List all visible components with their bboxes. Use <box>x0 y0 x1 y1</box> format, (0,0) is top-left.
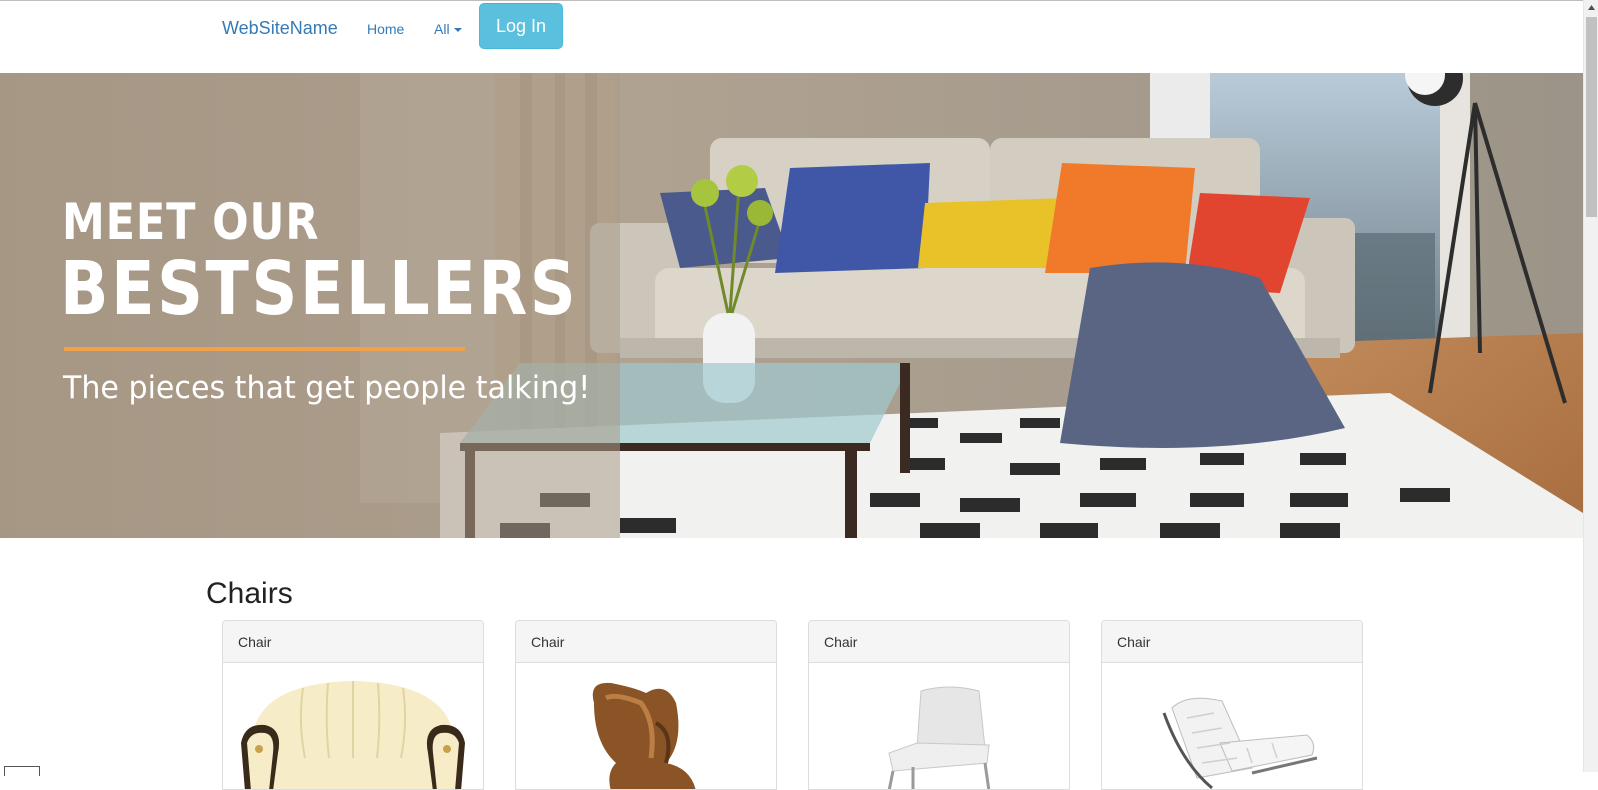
card-title: Chair <box>809 621 1069 663</box>
product-card[interactable]: Chair <box>222 620 484 790</box>
card-title: Chair <box>516 621 776 663</box>
card-title: Chair <box>1102 621 1362 663</box>
page-corner-element <box>4 766 40 776</box>
product-card[interactable]: Chair <box>808 620 1070 790</box>
cream-armchair-image <box>223 663 483 789</box>
top-navbar: WebSiteName Home All Log In <box>0 0 1583 73</box>
scroll-thumb[interactable] <box>1586 17 1597 217</box>
nav-home-link[interactable]: Home <box>367 20 404 38</box>
section-title: Chairs <box>206 577 293 610</box>
nav-all-label: All <box>434 21 450 37</box>
white-lounge-chair-image <box>1102 663 1362 789</box>
nav-all-dropdown[interactable]: All <box>434 20 462 38</box>
scroll-up-arrow-icon[interactable] <box>1584 0 1598 15</box>
hero-heading-line2: BESTSELLERS <box>60 246 579 332</box>
caret-down-icon <box>453 28 462 33</box>
hero-divider <box>64 347 465 351</box>
card-title: Chair <box>223 621 483 663</box>
product-card[interactable]: Chair <box>515 620 777 790</box>
hero-heading-line1: MEET OUR <box>62 193 320 251</box>
vertical-scrollbar[interactable] <box>1583 0 1598 772</box>
product-card[interactable]: Chair <box>1101 620 1363 790</box>
login-button[interactable]: Log In <box>479 3 563 49</box>
white-dining-chair-image <box>809 663 1069 789</box>
brown-egg-chair-image <box>516 663 776 789</box>
hero-subtitle: The pieces that get people talking! <box>63 370 591 406</box>
hero-banner: MEET OUR BESTSELLERS The pieces that get… <box>0 73 1583 538</box>
brand-link[interactable]: WebSiteName <box>222 17 338 39</box>
